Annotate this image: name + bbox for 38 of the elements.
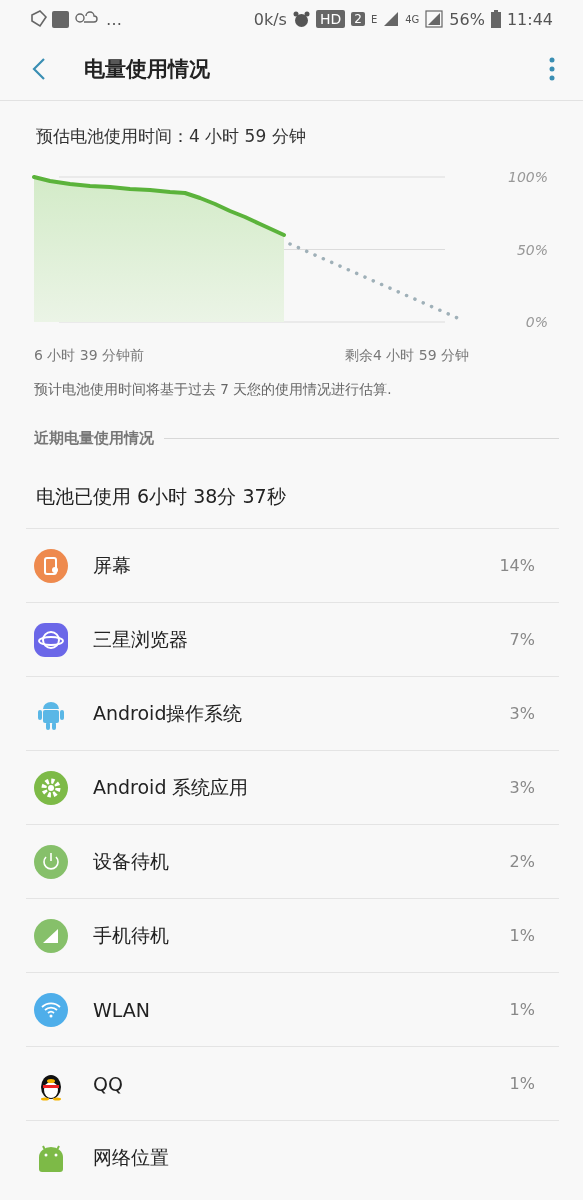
- notification-icon: [30, 9, 100, 29]
- signal-icon: [383, 11, 400, 27]
- usage-row[interactable]: WLAN 1%: [26, 972, 559, 1046]
- battery-used-text: 电池已使用 6小时 38分 37秒: [35, 484, 287, 504]
- network-type: 4G: [405, 13, 420, 25]
- planet-icon: [34, 622, 68, 657]
- start-label: 6 小时 39 分钟前: [34, 347, 145, 365]
- page-title: 电量使用情况: [84, 56, 211, 83]
- estimate-note: 预计电池使用时间将基于过去 7 天您的使用情况进行估算.: [33, 380, 393, 399]
- usage-row[interactable]: Android 系统应用 3%: [26, 750, 559, 824]
- estimate-text: 预估电池使用时间：4 小时 59 分钟: [35, 125, 307, 148]
- axis-label: 0%: [525, 314, 548, 330]
- usage-row[interactable]: 三星浏览器 7%: [26, 602, 559, 676]
- usage-row[interactable]: 屏幕 14%: [26, 528, 559, 602]
- usage-row[interactable]: Android操作系统 3%: [26, 676, 559, 750]
- wifi-icon: [34, 992, 68, 1027]
- signal-icon: [425, 10, 444, 28]
- usage-row[interactable]: 手机待机 1%: [26, 898, 559, 972]
- usage-row[interactable]: QQ 1%: [26, 1046, 559, 1120]
- section-heading: 近期电量使用情况: [34, 429, 154, 448]
- gear-icon: [34, 770, 68, 805]
- power-icon: [34, 844, 68, 879]
- usage-row[interactable]: 网络位置: [26, 1120, 559, 1194]
- clock-time: 11:44: [506, 9, 553, 29]
- usage-row[interactable]: 设备待机 2%: [26, 824, 559, 898]
- hd-badge: HD: [315, 10, 346, 28]
- more-icon[interactable]: [549, 57, 555, 81]
- axis-label: 100%: [507, 169, 548, 185]
- battery-percent: 56%: [449, 9, 485, 29]
- network-speed: 0k/s: [253, 9, 287, 29]
- phone-icon: [34, 548, 68, 583]
- sim-badge: 2: [351, 12, 365, 26]
- axis-label: 50%: [516, 241, 548, 258]
- battery-icon: [490, 10, 501, 28]
- signal-icon: [34, 918, 68, 953]
- remaining-label: 剩余4 小时 59 分钟: [344, 347, 469, 365]
- network-type: E: [370, 13, 378, 25]
- more-indicator: …: [106, 9, 122, 29]
